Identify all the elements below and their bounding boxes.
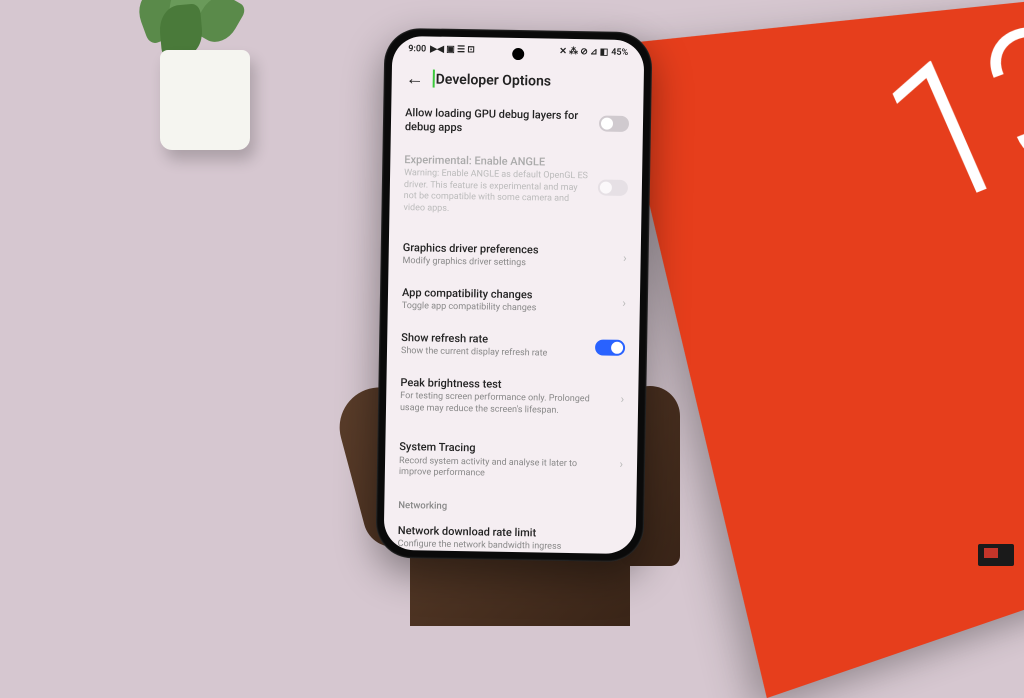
chevron-right-icon: › — [619, 456, 623, 470]
section-header-networking: Networking — [398, 488, 622, 519]
setting-app-compat[interactable]: App compatibility changes Toggle app com… — [402, 277, 627, 326]
setting-desc: Record system activity and analyse it la… — [399, 456, 610, 483]
status-icons-left: ▶◀ ▣ ☰ ⊡ — [430, 45, 475, 56]
plant-decoration — [150, 0, 270, 150]
setting-desc: Toggle app compatibility changes — [402, 301, 613, 316]
status-time: 9:00 — [408, 44, 426, 54]
setting-network-download-limit[interactable]: Network download rate limit Configure th… — [397, 515, 622, 554]
settings-list[interactable]: Allow loading GPU debug layers for debug… — [384, 97, 644, 554]
setting-enable-angle: Experimental: Enable ANGLE Warning: Enab… — [403, 144, 628, 228]
page-title: Developer Options — [436, 71, 552, 89]
watermark-badge — [978, 544, 1014, 566]
toggle-switch[interactable] — [599, 116, 629, 133]
toggle-switch[interactable] — [595, 340, 625, 357]
setting-desc: Show the current display refresh rate — [401, 346, 585, 361]
setting-title: Allow loading GPU debug layers for debug… — [405, 106, 589, 138]
setting-system-tracing[interactable]: System Tracing Record system activity an… — [399, 431, 624, 492]
setting-desc: Warning: Enable ANGLE as default OpenGL … — [403, 168, 588, 218]
chevron-right-icon: › — [622, 296, 626, 310]
status-icons-right: ✕ ⁂ ⊘ ⊿ ◧ — [559, 47, 608, 58]
setting-desc: For testing screen performance only. Pro… — [400, 391, 611, 418]
text-cursor — [433, 69, 435, 87]
page-header: ← Developer Options — [391, 58, 644, 101]
phone-device: 9:00 ▶◀ ▣ ☰ ⊡ ✕ ⁂ ⊘ ⊿ ◧ 45% ← Developer … — [375, 28, 652, 563]
setting-desc: Modify graphics driver settings — [402, 256, 613, 271]
phone-screen: 9:00 ▶◀ ▣ ☰ ⊡ ✕ ⁂ ⊘ ⊿ ◧ 45% ← Developer … — [384, 36, 645, 554]
box-number: 13 — [871, 19, 1024, 215]
back-arrow-icon[interactable]: ← — [406, 68, 424, 89]
setting-gpu-debug-layers[interactable]: Allow loading GPU debug layers for debug… — [405, 97, 630, 147]
setting-peak-brightness[interactable]: Peak brightness test For testing screen … — [400, 367, 625, 428]
chevron-right-icon: › — [623, 251, 627, 265]
setting-graphics-driver[interactable]: Graphics driver preferences Modify graph… — [402, 232, 627, 281]
setting-show-refresh-rate[interactable]: Show refresh rate Show the current displ… — [401, 322, 626, 371]
toggle-switch — [598, 179, 628, 196]
battery-percent: 45% — [611, 48, 628, 58]
chevron-right-icon: › — [620, 392, 624, 406]
